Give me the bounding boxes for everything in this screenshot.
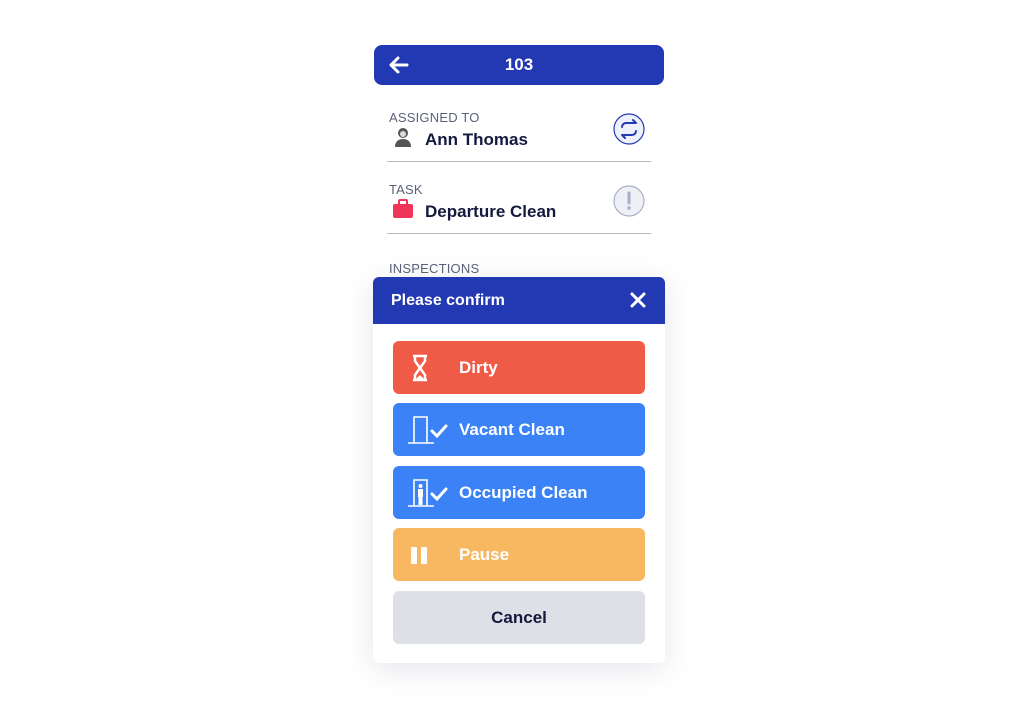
person-door-check-icon	[408, 479, 448, 507]
assigned-field: Ann Thomas	[387, 113, 651, 162]
pause-icon	[411, 547, 427, 564]
confirm-dialog: Please confirm Dirty Vacant Clean Occupi…	[373, 277, 665, 663]
pause-button[interactable]: Pause	[393, 528, 645, 581]
swap-icon[interactable]	[613, 113, 645, 145]
occupied-clean-label: Occupied Clean	[459, 483, 588, 502]
assigned-value: Ann Thomas	[425, 130, 528, 149]
occupied-clean-button[interactable]: Occupied Clean	[393, 466, 645, 519]
task-value: Departure Clean	[425, 202, 557, 221]
dialog-title: Please confirm	[391, 292, 505, 309]
door-check-icon	[408, 416, 448, 444]
task-field: Departure Clean	[387, 185, 651, 234]
exclamation-icon[interactable]	[613, 185, 645, 217]
top-bar: 103	[374, 45, 664, 85]
hourglass-icon	[413, 354, 427, 382]
inspections-label: INSPECTIONS	[389, 261, 480, 276]
housekeeper-icon	[395, 128, 411, 147]
vacant-clean-button[interactable]: Vacant Clean	[393, 403, 645, 456]
dirty-button[interactable]: Dirty	[393, 341, 645, 394]
cancel-button[interactable]: Cancel	[393, 591, 645, 644]
dirty-label: Dirty	[459, 358, 498, 377]
pause-label: Pause	[459, 545, 510, 564]
cancel-label: Cancel	[491, 608, 547, 627]
vacant-clean-label: Vacant Clean	[459, 420, 565, 439]
close-icon[interactable]	[629, 291, 647, 309]
dialog-header: Please confirm	[373, 277, 665, 324]
room-number: 103	[504, 55, 534, 74]
suitcase-icon	[393, 199, 413, 218]
